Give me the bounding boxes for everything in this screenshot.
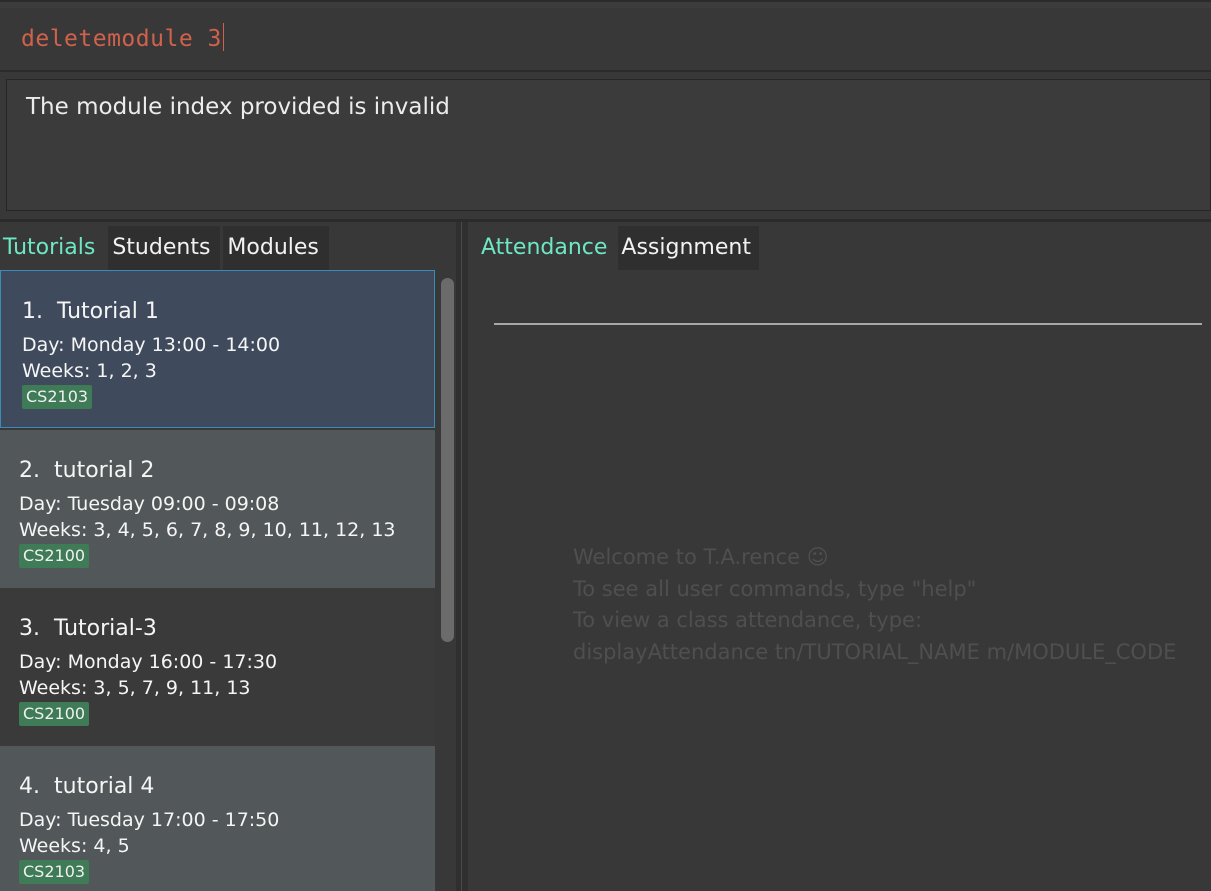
tutorial-weeks: Weeks: 3, 5, 7, 9, 11, 13 — [19, 677, 251, 699]
tutorial-title: 1. Tutorial 1 — [22, 299, 159, 324]
tutorial-card[interactable]: 3. Tutorial-3 Day: Monday 16:00 - 17:30 … — [0, 588, 435, 746]
command-input-text: deletemodule 3 — [21, 26, 222, 52]
tab-assignment[interactable]: Assignment — [618, 226, 759, 270]
attendance-hint-line: To view a class attendance, type: — [573, 608, 923, 632]
command-bar: deletemodule 3 — [0, 0, 1211, 72]
tutorial-card[interactable]: 4. tutorial 4 Day: Tuesday 17:00 - 17:50… — [0, 746, 435, 891]
tutorial-day: Day: Monday 16:00 - 17:30 — [19, 651, 278, 673]
result-message: The module index provided is invalid — [26, 94, 450, 120]
tutorial-title: 4. tutorial 4 — [19, 774, 154, 799]
tutorial-card[interactable]: 1. Tutorial 1 Day: Monday 13:00 - 14:00 … — [0, 270, 435, 428]
pane-splitter[interactable] — [456, 222, 468, 891]
result-display: The module index provided is invalid — [6, 79, 1211, 211]
tutorial-name: tutorial 2 — [54, 458, 155, 483]
module-tag: CS2100 — [19, 702, 90, 726]
tutorial-day: Day: Tuesday 17:00 - 17:50 — [19, 809, 280, 831]
left-pane: Tutorials Students Modules 1. Tutorial 1… — [0, 222, 456, 891]
tutorial-index: 1. — [22, 299, 43, 324]
tutorial-index: 3. — [19, 616, 40, 641]
module-tag: CS2103 — [19, 860, 90, 884]
module-tag: CS2103 — [22, 385, 93, 409]
tab-students[interactable]: Students — [108, 226, 221, 270]
tutorial-index: 2. — [19, 458, 40, 483]
text-caret — [222, 23, 224, 51]
app-window: deletemodule 3 The module index provided… — [0, 0, 1211, 891]
list-scrollbar-thumb[interactable] — [441, 278, 454, 642]
tutorial-weeks: Weeks: 1, 2, 3 — [22, 360, 157, 382]
command-input[interactable]: deletemodule 3 — [0, 8, 1211, 70]
tutorial-title: 3. Tutorial-3 — [19, 616, 157, 641]
tutorial-list: 1. Tutorial 1 Day: Monday 13:00 - 14:00 … — [0, 270, 435, 891]
tab-tutorials[interactable]: Tutorials — [0, 226, 106, 270]
tutorial-name: Tutorial 1 — [57, 299, 159, 324]
module-tag: CS2100 — [19, 544, 90, 568]
help-hint-line: To see all user commands, type "help" — [573, 576, 977, 601]
pane-splitter-line — [461, 222, 462, 891]
tutorial-card[interactable]: 2. tutorial 2 Day: Tuesday 09:00 - 09:08… — [0, 430, 435, 588]
welcome-line: Welcome to T.A.rence ☺ — [573, 545, 829, 569]
right-pane: Attendance Assignment Welcome to T.A.ren… — [468, 222, 1211, 891]
separator-line — [494, 323, 1202, 325]
tutorial-day: Day: Tuesday 09:00 - 09:08 — [19, 493, 280, 515]
attendance-command-line: displayAttendance tn/TUTORIAL_NAME m/MOD… — [573, 639, 1177, 664]
tutorial-index: 4. — [19, 774, 40, 799]
tutorial-day: Day: Monday 13:00 - 14:00 — [22, 334, 281, 356]
right-tab-bar: Attendance Assignment — [478, 226, 762, 270]
welcome-message: Welcome to T.A.rence ☺ To see all user c… — [573, 542, 1176, 668]
tutorial-weeks: Weeks: 4, 5 — [19, 835, 130, 857]
tab-modules[interactable]: Modules — [223, 226, 329, 270]
tutorial-name: tutorial 4 — [54, 774, 155, 799]
tutorial-name: Tutorial-3 — [54, 616, 157, 641]
tutorial-weeks: Weeks: 3, 4, 5, 6, 7, 8, 9, 10, 11, 12, … — [19, 519, 396, 541]
tutorial-title: 2. tutorial 2 — [19, 458, 154, 483]
left-tab-bar: Tutorials Students Modules — [0, 226, 332, 270]
tab-attendance[interactable]: Attendance — [478, 226, 616, 270]
